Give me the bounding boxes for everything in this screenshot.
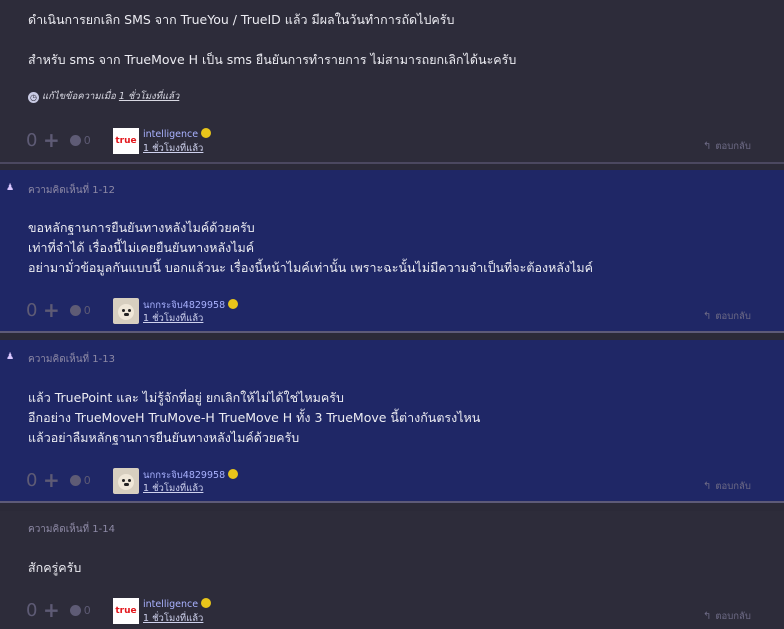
reply-arrow-icon: ↰	[703, 141, 712, 152]
badge-icon	[201, 128, 212, 138]
divider	[0, 331, 784, 333]
reply-arrow-icon: ↰	[703, 611, 712, 622]
vote-count: 0	[26, 129, 38, 151]
vote-box: 0 + 0	[26, 599, 91, 621]
plus-vote-icon[interactable]: +	[43, 470, 60, 490]
emotion-count: 0	[83, 303, 91, 317]
badge-icon	[228, 299, 239, 309]
user-icon: ♟	[6, 352, 15, 362]
comment-text-line: อย่ามามั่วข้อมูลกันแบบนี้ บอกแล้วนะ เรื่…	[28, 260, 593, 275]
vote-box: 0 + 0	[26, 469, 91, 491]
reply-arrow-icon: ↰	[703, 311, 712, 322]
vote-count: 0	[26, 299, 38, 321]
username-link[interactable]: intelligence	[143, 128, 212, 140]
badge-icon	[228, 469, 239, 479]
avatar[interactable]	[113, 298, 139, 324]
vote-box: 0 + 0	[26, 299, 91, 321]
emotion-count: 0	[83, 603, 91, 617]
comment-text-line: ขอหลักฐานการยืนยันทางหลังไมค์ด้วยครับ	[28, 220, 255, 235]
comment-text-line: อีกอย่าง TrueMoveH TruMove-H TrueMove H …	[28, 410, 481, 425]
edit-note: ◷ แก้ไขข้อความเมื่อ 1 ชั่วโมงที่แล้ว	[28, 91, 180, 103]
reply-button[interactable]: ↰ ตอบกลับ	[703, 479, 751, 494]
comment-text-line: แล้วอย่าลืมหลักฐานการยืนยันทางหลังไมค์ด้…	[28, 430, 300, 445]
post-time-link[interactable]: 1 ชั่วโมงที่แล้ว	[143, 481, 203, 496]
avatar[interactable]: true	[113, 128, 139, 154]
vote-box: 0 + 0	[26, 129, 91, 151]
clock-icon: ◷	[28, 92, 39, 103]
emotion-icon[interactable]	[69, 474, 81, 486]
reply-button[interactable]: ↰ ตอบกลับ	[703, 139, 751, 154]
user-icon: ♟	[6, 183, 15, 193]
post-time-link[interactable]: 1 ชั่วโมงที่แล้ว	[143, 311, 203, 326]
emotion-count: 0	[83, 473, 91, 487]
vote-count: 0	[26, 469, 38, 491]
comment-number: ความคิดเห็นที่ 1-13	[28, 354, 116, 365]
divider	[0, 162, 784, 164]
comment-text-line: สักครู่ครับ	[28, 560, 82, 575]
emotion-count: 0	[83, 133, 91, 147]
avatar[interactable]	[113, 468, 139, 494]
post-time-link[interactable]: 1 ชั่วโมงที่แล้ว	[143, 141, 203, 156]
emotion-icon[interactable]	[69, 304, 81, 316]
vote-count: 0	[26, 599, 38, 621]
reply-button[interactable]: ↰ ตอบกลับ	[703, 309, 751, 324]
divider	[0, 501, 784, 503]
comment-text-line: เท่าที่จำได้ เรื่องนี้ไม่เคยยืนยันทางหลั…	[28, 240, 255, 255]
username-link[interactable]: intelligence	[143, 598, 212, 610]
avatar[interactable]: true	[113, 598, 139, 624]
badge-icon	[201, 598, 212, 608]
post-text-line: สำหรับ sms จาก TrueMove H เป็น sms ยืนยั…	[28, 52, 517, 67]
plus-vote-icon[interactable]: +	[43, 300, 60, 320]
edit-time-link[interactable]: 1 ชั่วโมงที่แล้ว	[119, 91, 179, 102]
post-time-link[interactable]: 1 ชั่วโมงที่แล้ว	[143, 611, 203, 626]
plus-vote-icon[interactable]: +	[43, 600, 60, 620]
reply-arrow-icon: ↰	[703, 481, 712, 492]
emotion-icon[interactable]	[69, 134, 81, 146]
comment-number: ความคิดเห็นที่ 1-14	[28, 524, 116, 535]
reply-button[interactable]: ↰ ตอบกลับ	[703, 609, 751, 624]
post-text-line: ดำเนินการยกเลิก SMS จาก TrueYou / TrueID…	[28, 12, 455, 27]
emotion-icon[interactable]	[69, 604, 81, 616]
plus-vote-icon[interactable]: +	[43, 130, 60, 150]
comment-number: ความคิดเห็นที่ 1-12	[28, 185, 116, 196]
comment-text-line: แล้ว TruePoint และ ไม่รู้จักที่อยู่ ยกเล…	[28, 390, 344, 405]
